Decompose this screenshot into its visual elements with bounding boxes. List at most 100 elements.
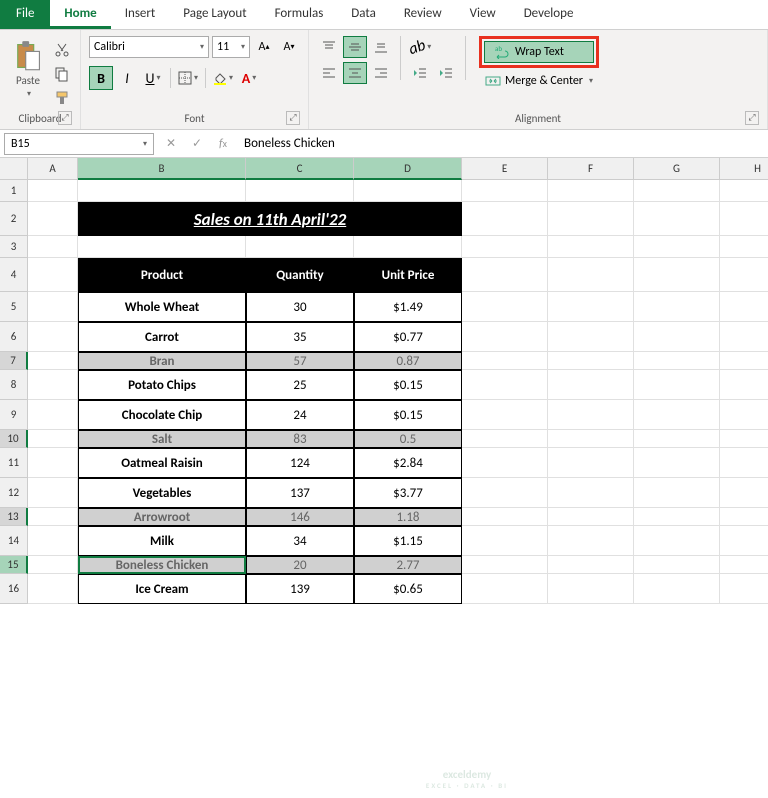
wrap-text-button[interactable]: ab Wrap Text	[484, 41, 594, 63]
cell-G10[interactable]	[634, 430, 720, 448]
underline-button[interactable]: U▾	[141, 66, 165, 90]
decrease-indent-button[interactable]	[408, 62, 432, 84]
cell-G12[interactable]	[634, 478, 720, 508]
row-header-5[interactable]: 5	[0, 292, 28, 322]
cell-H8[interactable]	[720, 370, 768, 400]
cell-E12[interactable]	[462, 478, 548, 508]
cell-D5[interactable]: $1.49	[354, 292, 462, 322]
align-center-button[interactable]	[343, 62, 367, 84]
cell-D9[interactable]: $0.15	[354, 400, 462, 430]
cell-H15[interactable]	[720, 556, 768, 574]
cell-B14[interactable]: Milk	[78, 526, 246, 556]
cell-E14[interactable]	[462, 526, 548, 556]
cell-E6[interactable]	[462, 322, 548, 352]
cell-C12[interactable]: 137	[246, 478, 354, 508]
cell-C7[interactable]: 57	[246, 352, 354, 370]
cell-H6[interactable]	[720, 322, 768, 352]
cell-B15[interactable]: Boneless Chicken	[78, 556, 246, 574]
cell-D4[interactable]: Unit Price	[354, 258, 462, 292]
font-launcher[interactable]: ⤢	[286, 111, 300, 125]
row-header-2[interactable]: 2	[0, 202, 28, 236]
cell-D12[interactable]: $3.77	[354, 478, 462, 508]
cell-C3[interactable]	[246, 236, 354, 258]
cell-E8[interactable]	[462, 370, 548, 400]
cell-A11[interactable]	[28, 448, 78, 478]
cell-G8[interactable]	[634, 370, 720, 400]
cell-A14[interactable]	[28, 526, 78, 556]
cell-A3[interactable]	[28, 236, 78, 258]
cell-F2[interactable]	[548, 202, 634, 236]
cell-E4[interactable]	[462, 258, 548, 292]
cell-D16[interactable]: $0.65	[354, 574, 462, 604]
cell-B10[interactable]: Salt	[78, 430, 246, 448]
cell-G5[interactable]	[634, 292, 720, 322]
select-all-corner[interactable]	[0, 158, 28, 180]
cell-B5[interactable]: Whole Wheat	[78, 292, 246, 322]
cell-F12[interactable]	[548, 478, 634, 508]
cell-C9[interactable]: 24	[246, 400, 354, 430]
row-header-13[interactable]: 13	[0, 508, 28, 526]
enter-formula-button[interactable]: ✓	[184, 136, 210, 151]
cell-G1[interactable]	[634, 180, 720, 202]
cell-H14[interactable]	[720, 526, 768, 556]
align-middle-button[interactable]	[343, 36, 367, 58]
cell-G3[interactable]	[634, 236, 720, 258]
format-painter-button[interactable]	[52, 88, 72, 108]
cell-A1[interactable]	[28, 180, 78, 202]
row-header-8[interactable]: 8	[0, 370, 28, 400]
row-header-16[interactable]: 16	[0, 574, 28, 604]
cell-G9[interactable]	[634, 400, 720, 430]
tab-developer[interactable]: Develope	[510, 0, 588, 29]
alignment-launcher[interactable]: ⤢	[745, 111, 759, 125]
formula-input[interactable]: Boneless Chicken	[236, 136, 768, 151]
cell-H11[interactable]	[720, 448, 768, 478]
cell-B7[interactable]: Bran	[78, 352, 246, 370]
col-header-F[interactable]: F	[548, 158, 634, 180]
cell-B8[interactable]: Potato Chips	[78, 370, 246, 400]
cell-B12[interactable]: Vegetables	[78, 478, 246, 508]
tab-file[interactable]: File	[0, 0, 50, 29]
row-header-1[interactable]: 1	[0, 180, 28, 202]
cell-E7[interactable]	[462, 352, 548, 370]
cell-H12[interactable]	[720, 478, 768, 508]
cell-H7[interactable]	[720, 352, 768, 370]
cancel-formula-button[interactable]: ✕	[158, 136, 184, 151]
borders-button[interactable]: ▾	[176, 66, 200, 90]
cell-E11[interactable]	[462, 448, 548, 478]
cell-C4[interactable]: Quantity	[246, 258, 354, 292]
paste-button[interactable]: Paste ▾	[8, 36, 48, 103]
clipboard-launcher[interactable]: ⤢	[58, 111, 72, 125]
row-header-3[interactable]: 3	[0, 236, 28, 258]
cell-B13[interactable]: Arrowroot	[78, 508, 246, 526]
cell-A15[interactable]	[28, 556, 78, 574]
merge-center-button[interactable]: Merge & Center ▾	[479, 72, 599, 90]
cell-F9[interactable]	[548, 400, 634, 430]
fill-color-button[interactable]: ▾	[211, 66, 235, 90]
col-header-H[interactable]: H	[720, 158, 768, 180]
increase-indent-button[interactable]	[434, 62, 458, 84]
cell-F10[interactable]	[548, 430, 634, 448]
row-header-6[interactable]: 6	[0, 322, 28, 352]
cell-F14[interactable]	[548, 526, 634, 556]
align-bottom-button[interactable]	[369, 36, 393, 58]
cell-D7[interactable]: 0.87	[354, 352, 462, 370]
cell-D13[interactable]: 1.18	[354, 508, 462, 526]
cell-G13[interactable]	[634, 508, 720, 526]
cell-D11[interactable]: $2.84	[354, 448, 462, 478]
cell-C1[interactable]	[246, 180, 354, 202]
cell-G14[interactable]	[634, 526, 720, 556]
font-color-button[interactable]: A▾	[237, 66, 261, 90]
font-name-select[interactable]: Calibri▾	[89, 36, 209, 58]
italic-button[interactable]: I	[115, 66, 139, 90]
tab-page-layout[interactable]: Page Layout	[169, 0, 260, 29]
cell-H4[interactable]	[720, 258, 768, 292]
cell-H16[interactable]	[720, 574, 768, 604]
cell-A7[interactable]	[28, 352, 78, 370]
cell-E9[interactable]	[462, 400, 548, 430]
col-header-E[interactable]: E	[462, 158, 548, 180]
cell-F11[interactable]	[548, 448, 634, 478]
cell-A6[interactable]	[28, 322, 78, 352]
cell-H3[interactable]	[720, 236, 768, 258]
cell-E1[interactable]	[462, 180, 548, 202]
cell-A4[interactable]	[28, 258, 78, 292]
